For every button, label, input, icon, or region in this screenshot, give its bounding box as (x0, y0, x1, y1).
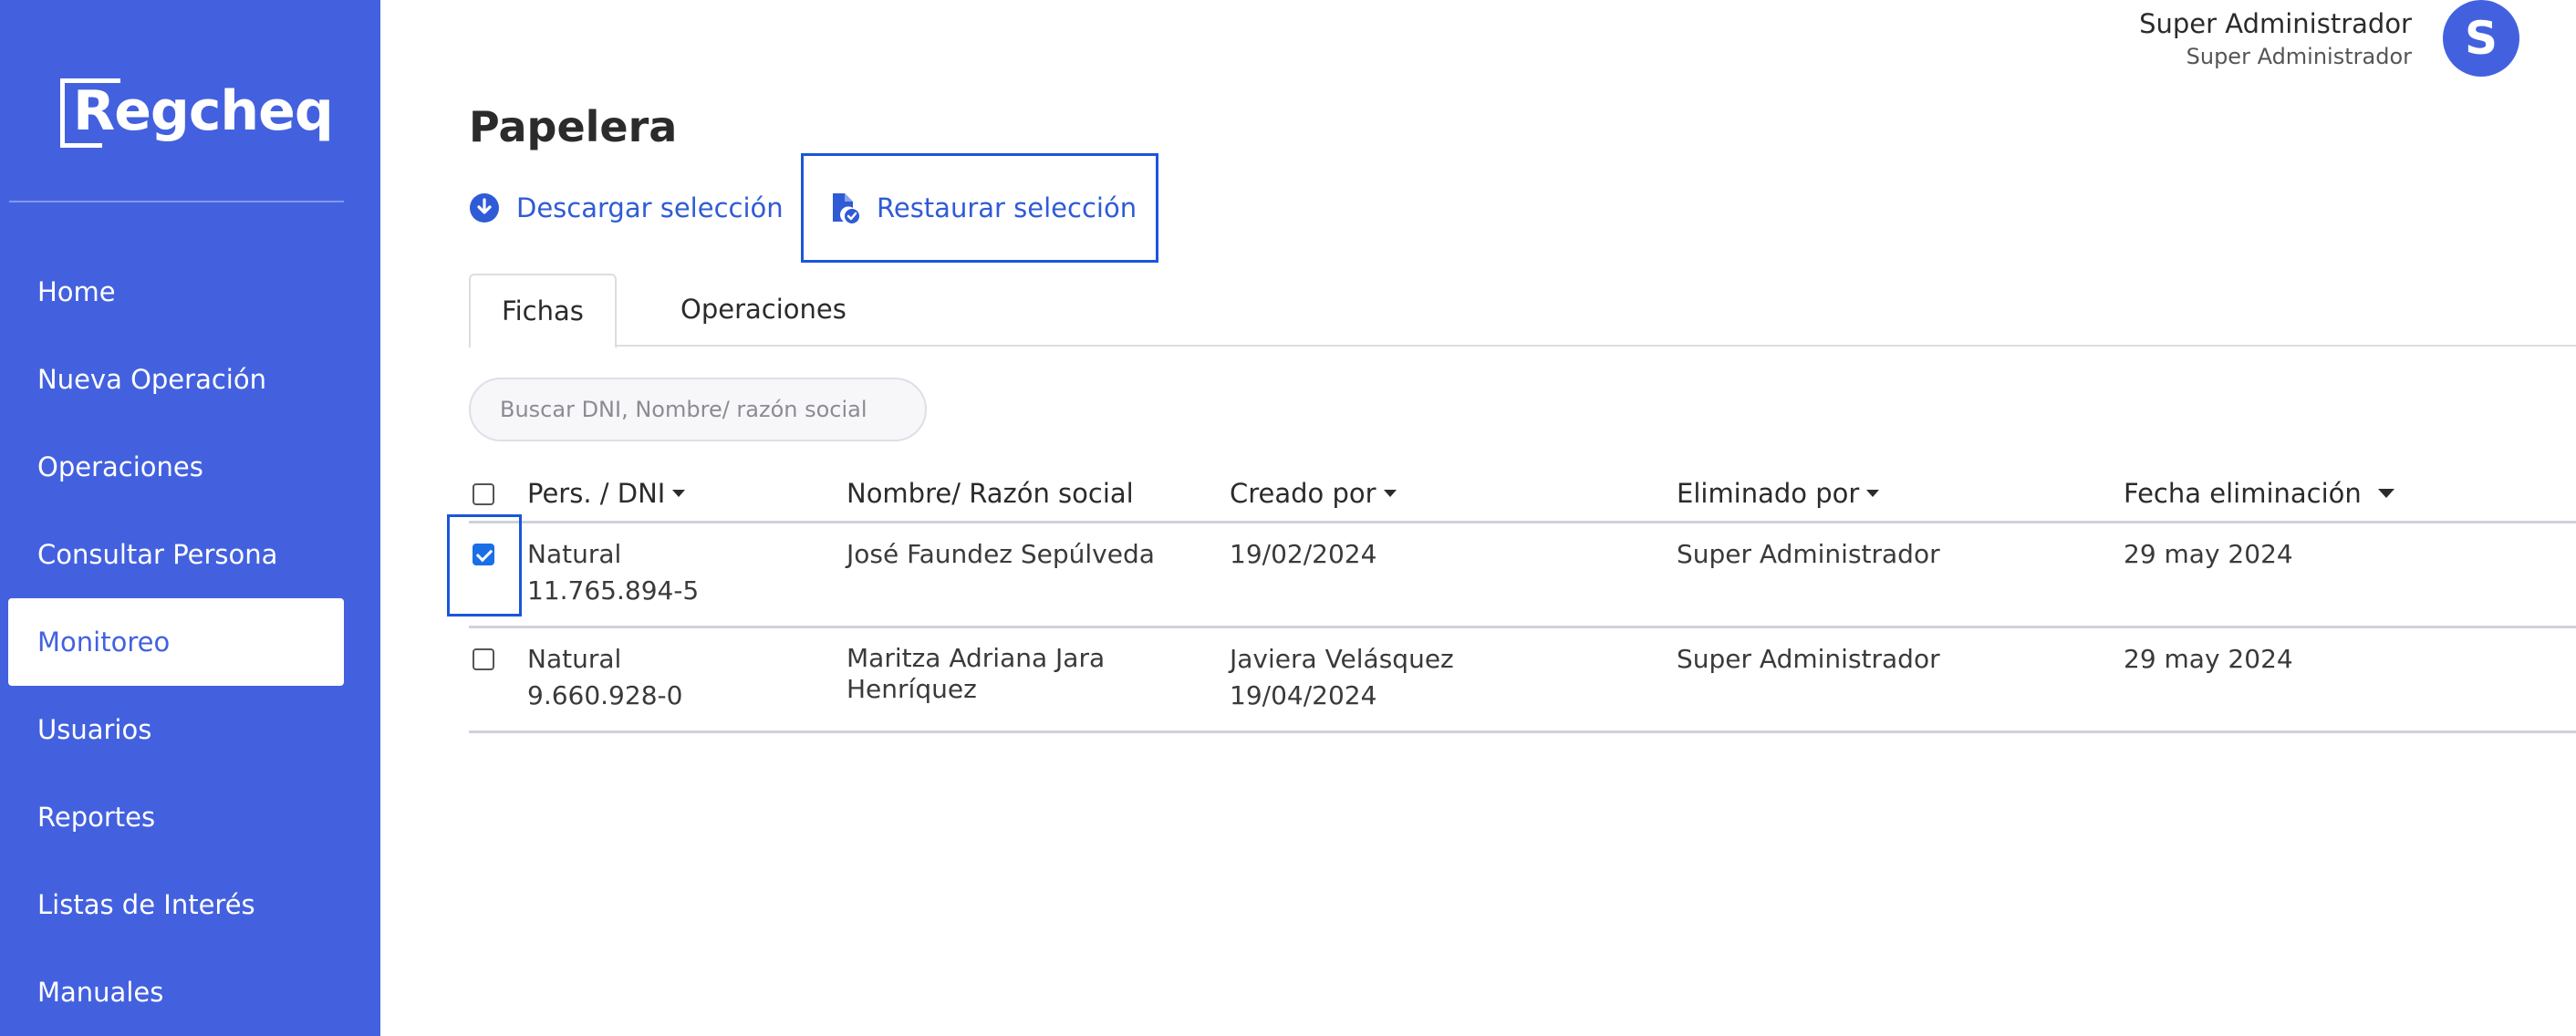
download-selection-button[interactable]: Descargar selección (469, 153, 799, 263)
cell-nombre: José Faundez Sepúlveda (847, 539, 1155, 569)
sidebar-item-consultar-persona[interactable]: Consultar Persona (8, 511, 344, 598)
cell-creado-fecha: 19/02/2024 (1230, 539, 1377, 569)
cell-dni: 11.765.894-5 (527, 575, 700, 606)
cell-nombre: Maritza Adriana Jara Henríquez (847, 643, 1106, 704)
sidebar-item-monitoreo[interactable]: Monitoreo (8, 598, 344, 686)
cell-tipo: Natural (527, 644, 622, 674)
logo-text: Regcheq (73, 79, 334, 143)
avatar[interactable]: S (2443, 0, 2519, 77)
sidebar-item-home[interactable]: Home (8, 248, 344, 336)
cell-creado-por: Javiera Velásquez (1230, 644, 1454, 674)
user-name: Super Administrador (2139, 8, 2412, 39)
header-eliminado-por[interactable]: Eliminado por (1677, 478, 1880, 509)
trash-table: Pers. / DNI Nombre/ Razón social Creado … (447, 465, 2576, 733)
table-header: Pers. / DNI Nombre/ Razón social Creado … (469, 465, 2576, 523)
sort-caret-icon (672, 490, 686, 497)
cell-eliminado-por: Super Administrador (1677, 539, 1940, 569)
search-input[interactable] (469, 378, 927, 441)
cell-tipo: Natural (527, 539, 622, 569)
regcheq-logo[interactable]: Regcheq (60, 75, 334, 148)
tab-fichas[interactable]: Fichas (469, 274, 617, 348)
restore-selection-label: Restaurar selección (877, 192, 1137, 223)
cell-fecha-eliminacion: 29 may 2024 (2124, 644, 2293, 674)
table-row: Natural 11.765.894-5 José Faundez Sepúlv… (447, 514, 2576, 628)
header-creado-por[interactable]: Creado por (1230, 478, 1397, 509)
cell-pers-dni: Natural 11.765.894-5 (527, 536, 699, 609)
cell-eliminado-por: Super Administrador (1677, 644, 1940, 674)
row-checkbox[interactable] (473, 544, 494, 565)
sidebar-item-operaciones[interactable]: Operaciones (8, 423, 344, 511)
cell-fecha-eliminacion: 29 may 2024 (2124, 539, 2293, 569)
sidebar-item-listas-de-interes[interactable]: Listas de Interés (8, 861, 344, 948)
selection-highlight (447, 514, 522, 616)
file-check-icon (833, 193, 859, 223)
restore-selection-button[interactable]: Restaurar selección (801, 153, 1158, 263)
table-row: Natural 9.660.928-0 Maritza Adriana Jara… (469, 628, 2576, 733)
download-circle-icon (470, 193, 499, 223)
sort-caret-icon (2377, 489, 2394, 498)
sidebar-item-reportes[interactable]: Reportes (8, 773, 344, 861)
header-nombre-label: Nombre/ Razón social (847, 478, 1134, 509)
sidebar-nav: Home Nueva Operación Operaciones Consult… (8, 248, 344, 1036)
cell-pers-dni: Natural 9.660.928-0 (527, 641, 682, 714)
cell-dni: 9.660.928-0 (527, 680, 683, 710)
header-fecha-eliminacion-label: Fecha eliminación (2124, 478, 2362, 509)
sidebar-item-nueva-operacion[interactable]: Nueva Operación (8, 336, 344, 423)
user-info[interactable]: Super Administrador Super Administrador (2139, 7, 2412, 73)
user-role: Super Administrador (2186, 44, 2412, 69)
header-pers-dni[interactable]: Pers. / DNI (527, 478, 686, 509)
cell-creado: Javiera Velásquez 19/04/2024 (1230, 641, 1454, 714)
sidebar: Regcheq Home Nueva Operación Operaciones… (0, 0, 380, 1036)
header-pers-dni-label: Pers. / DNI (527, 478, 666, 509)
header-creado-por-label: Creado por (1230, 478, 1376, 509)
header-fecha-eliminacion[interactable]: Fecha eliminación (2124, 478, 2394, 509)
sort-caret-icon (1866, 490, 1880, 497)
sidebar-item-usuarios[interactable]: Usuarios (8, 686, 344, 773)
sort-caret-icon (1383, 490, 1397, 497)
sidebar-divider (9, 201, 344, 202)
tab-bar: Fichas Operaciones (469, 274, 2576, 348)
sidebar-item-manuales[interactable]: Manuales (8, 948, 344, 1036)
cell-creado: 19/02/2024 (1230, 536, 1376, 573)
page-title: Papelera (469, 102, 678, 151)
download-selection-label: Descargar selección (516, 192, 784, 223)
header-nombre: Nombre/ Razón social (847, 478, 1134, 509)
select-all-checkbox[interactable] (473, 483, 494, 505)
cell-creado-fecha: 19/04/2024 (1230, 680, 1377, 710)
tab-operaciones[interactable]: Operaciones (649, 274, 878, 347)
header-eliminado-por-label: Eliminado por (1677, 478, 1860, 509)
row-checkbox[interactable] (473, 648, 494, 670)
